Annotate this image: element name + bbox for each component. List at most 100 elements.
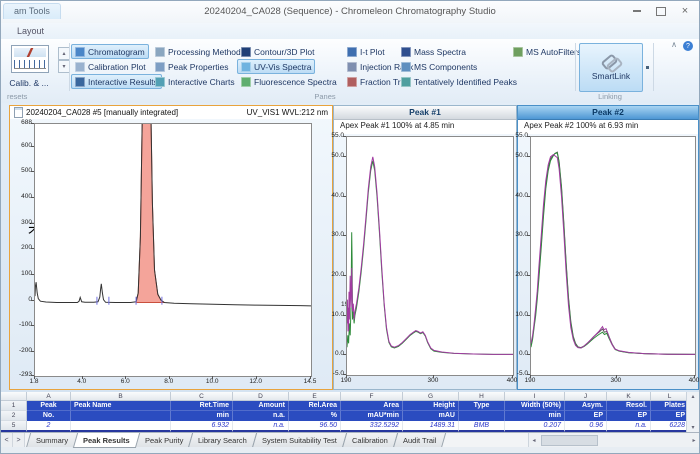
axis-tick xyxy=(343,156,346,157)
x-tick-label: 1.8 xyxy=(24,378,44,386)
sheet-next-button[interactable]: > xyxy=(13,433,25,448)
scroll-down-icon[interactable]: ▾ xyxy=(691,423,694,432)
sheet-tab-label: Peak Purity xyxy=(145,436,183,445)
restore-button[interactable] xyxy=(651,4,671,18)
data-cell-F[interactable]: 332.5292 xyxy=(341,421,403,432)
data-cell-L[interactable]: 6228 xyxy=(651,421,689,432)
data-cell-I[interactable]: 0.207 xyxy=(505,421,565,432)
interactive-charts-icon xyxy=(155,77,165,87)
y-tick-label: 0.0 xyxy=(328,350,344,358)
chromatogram-title-bar: 20240204_CA028 #5 [manually integrated] … xyxy=(10,106,332,119)
axis-tick xyxy=(31,123,34,124)
ribbon-item-label: Tentatively Identified Peaks xyxy=(414,77,517,87)
ribbon-item-fluorescence-spectra[interactable]: Fluorescence Spectra xyxy=(237,74,341,89)
header-cell-E: Rel.Area xyxy=(289,401,341,411)
workspace: 20240204_CA028 #5 [manually integrated] … xyxy=(1,103,699,392)
x-tick-label: 400 xyxy=(684,377,699,385)
header-cell-J: Asym. xyxy=(565,401,607,411)
header-cell-F: Area xyxy=(341,401,403,411)
i-t-plot-icon xyxy=(347,47,357,57)
row-number: 2 xyxy=(1,411,27,421)
scrollbar-thumb[interactable] xyxy=(541,435,598,446)
data-cell-J[interactable]: 0.96 xyxy=(565,421,607,432)
ribbon-item-label: Fluorescence Spectra xyxy=(254,77,337,87)
smartlink-dropdown-icon[interactable] xyxy=(646,66,649,69)
ribbon-item-contour-3d-plot[interactable]: Contour/3D Plot xyxy=(237,44,318,59)
header-unit-cell-G: mAU xyxy=(403,411,459,421)
column-letter-J: J xyxy=(565,392,607,401)
axis-tick xyxy=(256,376,257,379)
scroll-up-icon[interactable]: ▴ xyxy=(691,392,694,401)
scroll-left-icon[interactable]: ◂ xyxy=(529,437,539,444)
scroll-right-icon[interactable]: ▸ xyxy=(689,437,699,444)
sheet-prev-button[interactable]: < xyxy=(1,433,13,448)
data-cell-C[interactable]: 6.932 xyxy=(171,421,233,432)
group-label-linking: Linking xyxy=(579,92,641,101)
data-cell-G[interactable]: 1489.31 xyxy=(403,421,459,432)
axis-tick xyxy=(82,376,83,379)
smartlink-button[interactable]: SmartLink xyxy=(579,43,643,92)
axis-tick xyxy=(31,146,34,147)
ribbon-item-peak-properties[interactable]: Peak Properties xyxy=(151,59,232,74)
horizontal-scrollbar[interactable]: ◂ ▸ xyxy=(528,433,699,448)
sheet-tab-library-search[interactable]: Library Search xyxy=(188,433,257,448)
ribbon-item-interactive-charts[interactable]: Interactive Charts xyxy=(151,74,239,89)
ms-components-icon xyxy=(401,62,411,72)
axis-tick xyxy=(433,375,434,378)
data-cell-H[interactable]: BMB xyxy=(459,421,505,432)
ribbon-item-label: Calibration Plot xyxy=(88,62,146,72)
data-cell-A[interactable]: 2 xyxy=(27,421,71,432)
ribbon-item-mass-spectra[interactable]: Mass Spectra xyxy=(397,44,470,59)
peak2-panel-header[interactable]: Peak #2 xyxy=(518,106,698,120)
chromatogram-plot[interactable]: mAU min 2 - 6.932 1 - 4.853 未知杂质 M01 688… xyxy=(10,119,332,389)
minimize-button[interactable] xyxy=(627,4,647,18)
ribbon-item-tentatively-identified-peaks[interactable]: Tentatively Identified Peaks xyxy=(397,74,521,89)
chromatogram-canvas[interactable] xyxy=(34,123,312,377)
y-tick-label: 30.0 xyxy=(328,231,344,239)
spectrum1-canvas[interactable] xyxy=(346,136,514,376)
ribbon-item-interactive-results[interactable]: Interactive Results xyxy=(71,74,162,89)
sheet-tab-summary[interactable]: Summary xyxy=(26,433,78,448)
ribbon-item-ms-components[interactable]: MS Components xyxy=(397,59,481,74)
data-cell-D[interactable]: n.a. xyxy=(233,421,289,432)
peak1-panel-header[interactable]: Peak #1 xyxy=(334,106,516,120)
ribbon-item-label: MS AutoFilters xyxy=(526,47,581,57)
sheet-tab-peak-results[interactable]: Peak Results xyxy=(73,433,140,448)
close-button[interactable]: × xyxy=(675,4,695,18)
column-letter-G: G xyxy=(403,392,459,401)
y-tick-label: 400 xyxy=(13,193,32,201)
peak1-spectrum-plot[interactable]: % nm Peak #1 50% at 4.79 min: 952.22 222… xyxy=(334,132,516,389)
ribbon-item-processing-method[interactable]: Processing Method xyxy=(151,44,245,59)
spectrum2-canvas[interactable] xyxy=(530,136,696,376)
data-cell-B[interactable] xyxy=(71,421,171,432)
uv-vis-spectra-icon xyxy=(241,62,251,72)
program-tools-tab[interactable]: am Tools xyxy=(3,3,61,19)
axis-tick xyxy=(31,351,34,352)
ribbon-item-ms-autofilters[interactable]: MS AutoFilters xyxy=(509,44,585,59)
y-tick-label: 20.0 xyxy=(328,271,344,279)
sheet-tab-calibration[interactable]: Calibration xyxy=(342,433,398,448)
data-cell-K[interactable]: n.a. xyxy=(607,421,651,432)
ribbon-item-label: Mass Spectra xyxy=(414,47,466,57)
ribbon-item-chromatogram[interactable]: Chromatogram xyxy=(71,44,149,59)
peak2-spectrum-plot[interactable]: % nm Peak #2 50% at 6.82 min: 988.34 223… xyxy=(518,132,698,389)
sheet-tab-system-suitability-test[interactable]: System Suitability Test xyxy=(252,433,347,448)
sheet-tab-peak-purity[interactable]: Peak Purity xyxy=(135,433,194,448)
sheet-tab-label: Summary xyxy=(36,436,68,445)
data-cell-E[interactable]: 96.50 xyxy=(289,421,341,432)
header-unit-cell-L: EP xyxy=(651,411,689,421)
table-vertical-scrollbar[interactable]: ▴ ▾ xyxy=(686,392,699,432)
header-unit-cell-I: min xyxy=(505,411,565,421)
axis-tick xyxy=(527,156,530,157)
ribbon-item-i-t-plot[interactable]: I-t Plot xyxy=(343,44,389,59)
peak-properties-icon xyxy=(155,62,165,72)
tab-layout[interactable]: Layout xyxy=(9,25,52,37)
ribbon-item-uv-vis-spectra[interactable]: UV-Vis Spectra xyxy=(237,59,315,74)
axis-tick xyxy=(31,274,34,275)
axis-tick xyxy=(34,376,35,379)
sheet-tab-audit-trail[interactable]: Audit Trail xyxy=(393,433,447,448)
ribbon-item-label: I-t Plot xyxy=(360,47,385,57)
axis-tick xyxy=(343,235,346,236)
ribbon-item-calibration-plot[interactable]: Calibration Plot xyxy=(71,59,150,74)
column-letter-L: L xyxy=(651,392,689,401)
